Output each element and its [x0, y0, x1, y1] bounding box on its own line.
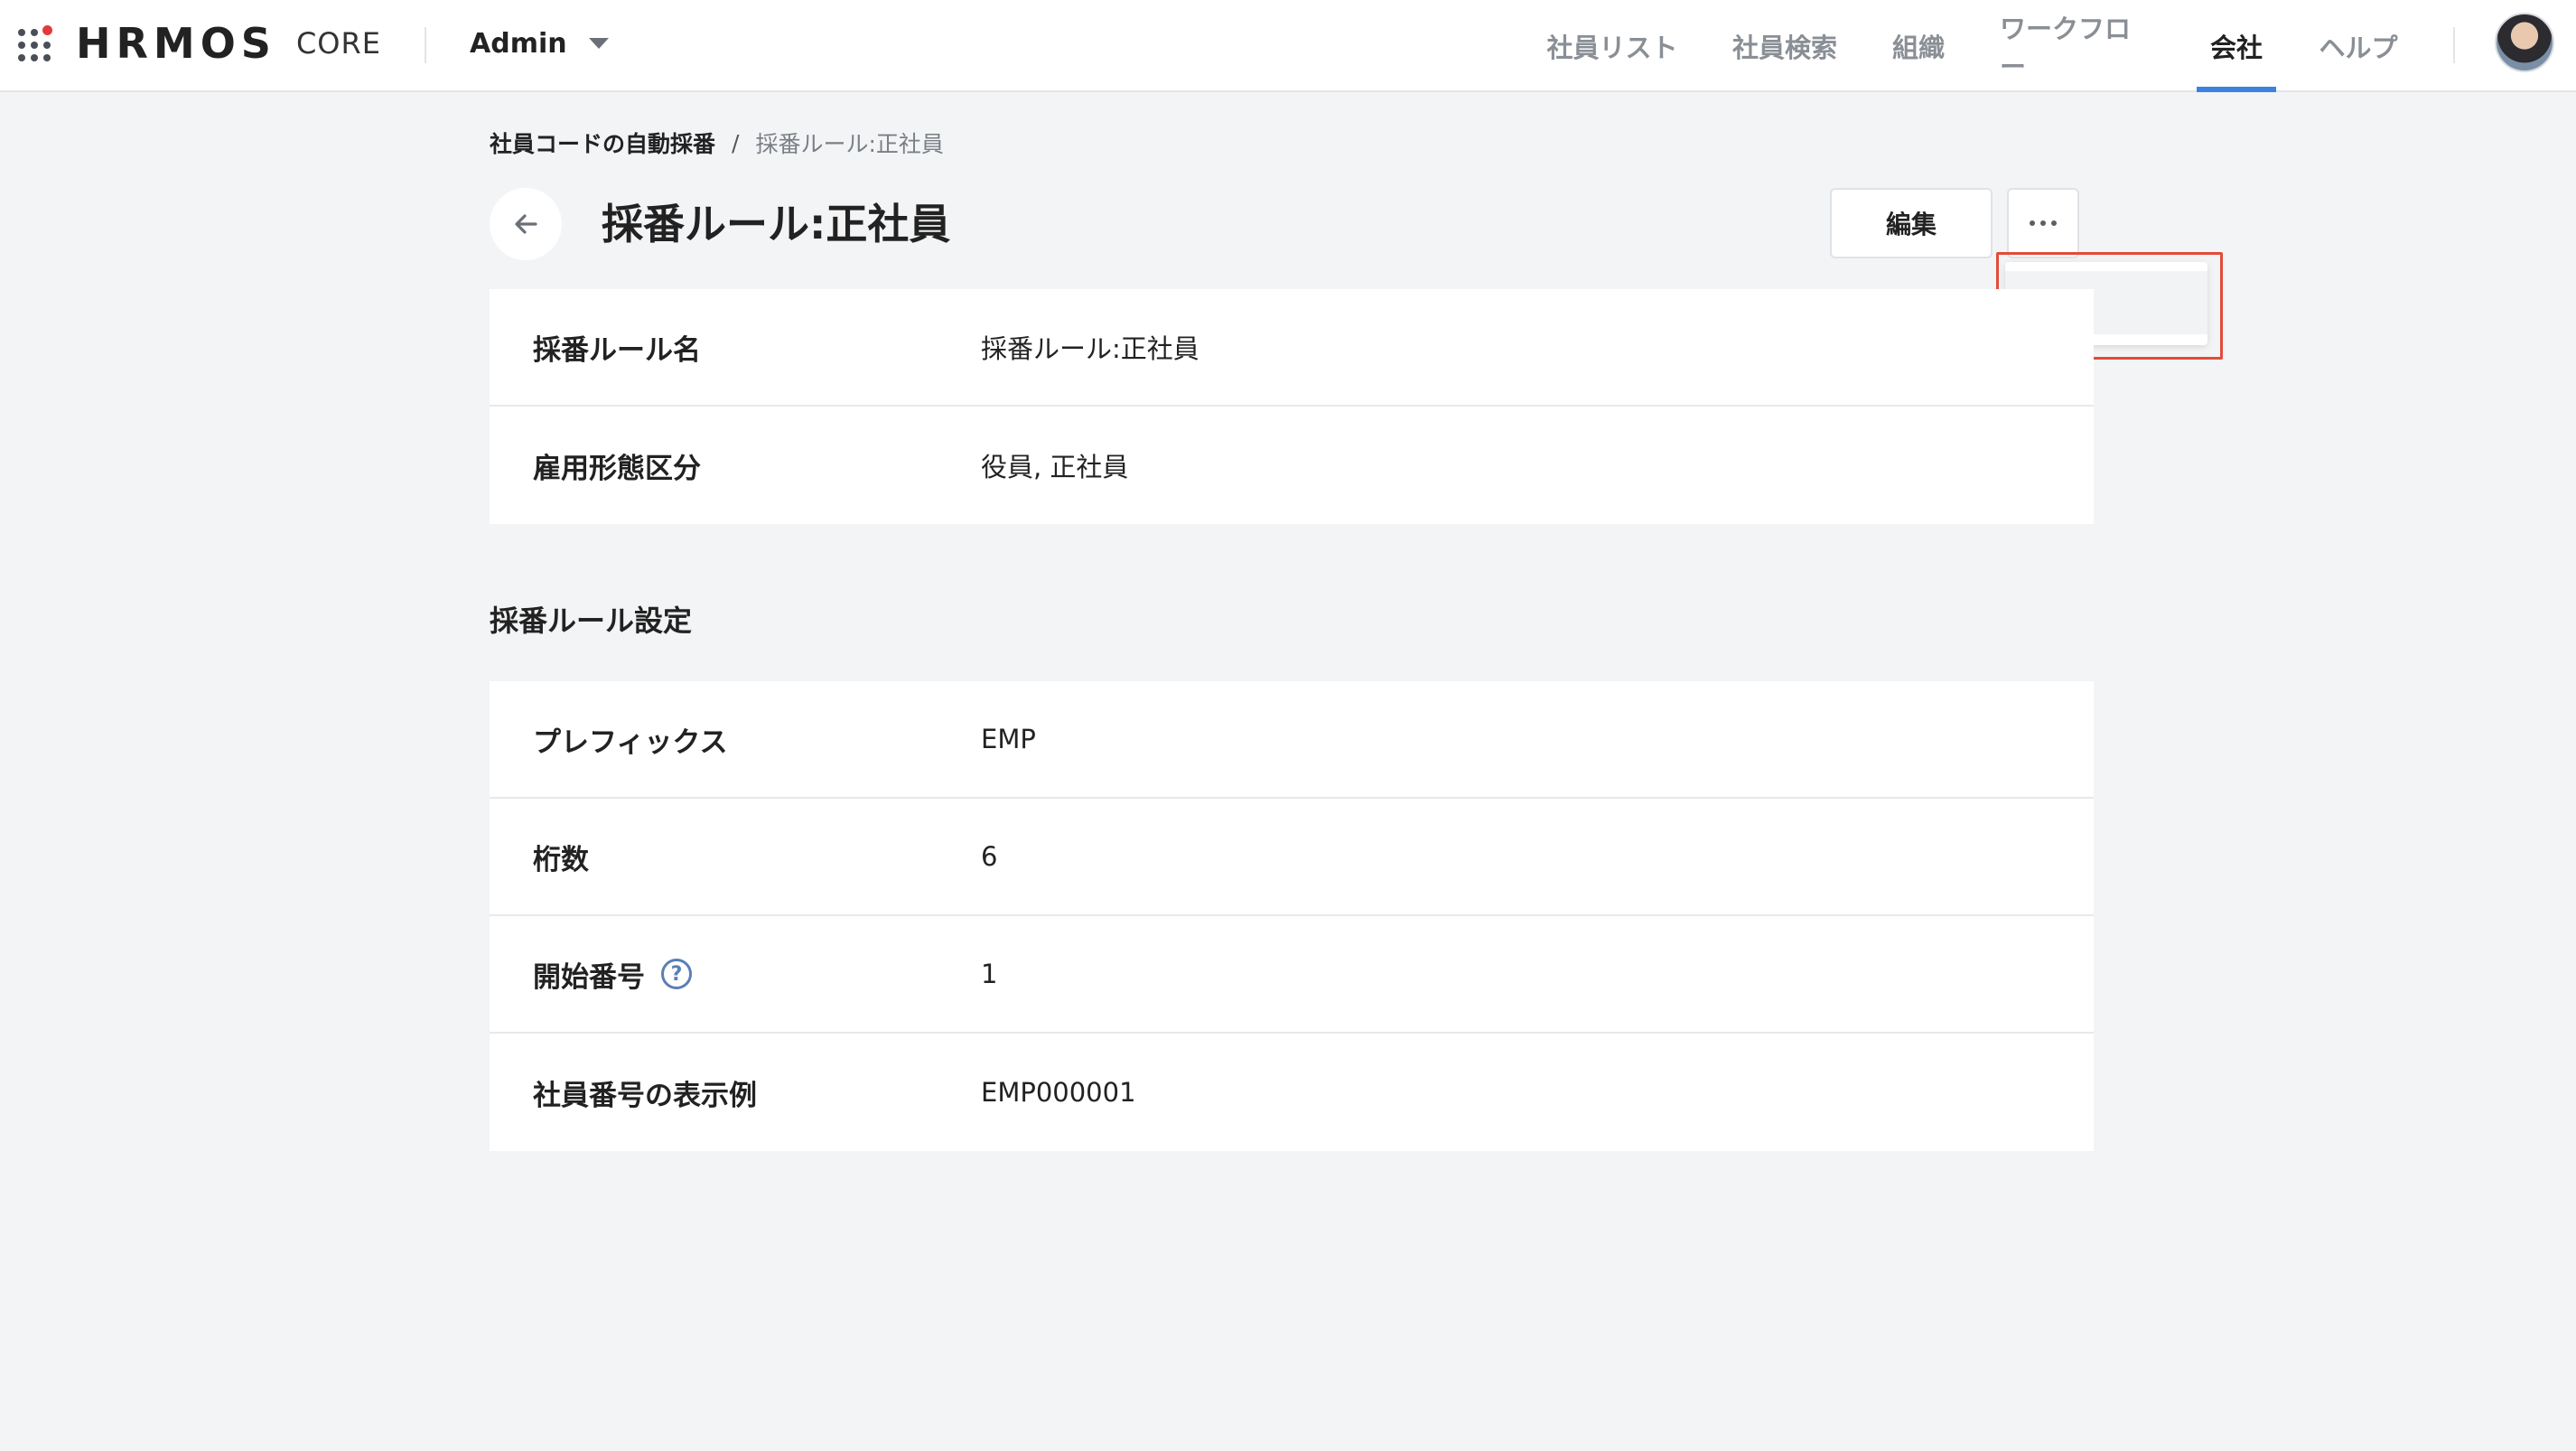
row-label: プレフィックス — [533, 726, 728, 759]
top-header: HRMOS CORE Admin 社員リスト 社員検索 組織 ワークフロー 会社… — [0, 0, 2576, 92]
more-dot-icon — [2030, 220, 2035, 226]
brand-logo[interactable]: HRMOS CORE — [76, 19, 381, 68]
row-value: EMP000001 — [981, 1077, 1136, 1108]
table-row: 社員番号の表示例 EMP000001 — [490, 1034, 2094, 1151]
row-label: 桁数 — [533, 843, 589, 876]
row-label: 採番ルール名 — [533, 333, 701, 367]
nav-workflow[interactable]: ワークフロー — [2000, 0, 2155, 92]
nav-organization[interactable]: 組織 — [1891, 0, 1946, 92]
arrow-left-icon — [515, 214, 537, 234]
row-value: 役員, 正社員 — [981, 452, 1129, 482]
nav-employee-search[interactable]: 社員検索 — [1732, 0, 1837, 92]
rule-settings-card: プレフィックス EMP 桁数 6 開始番号 ? 1 社員番号の表示例 EMP00… — [490, 681, 2094, 1151]
row-label: 社員番号の表示例 — [533, 1079, 757, 1112]
help-icon[interactable]: ? — [661, 959, 692, 989]
edit-button[interactable]: 編集 — [1830, 188, 1993, 258]
breadcrumb-parent-link[interactable]: 社員コードの自動採番 — [490, 126, 715, 159]
avatar[interactable] — [2495, 13, 2554, 72]
row-value: 採番ルール:正社員 — [981, 333, 1199, 364]
basic-info-card: 採番ルール名 採番ルール:正社員 雇用形態区分 役員, 正社員 — [490, 289, 2094, 524]
table-row: 雇用形態区分 役員, 正社員 — [490, 407, 2094, 524]
app-launcher-icon[interactable] — [18, 25, 54, 61]
row-label-text: 開始番号 — [533, 960, 645, 994]
breadcrumb-separator: / — [732, 129, 740, 156]
row-value: 6 — [981, 841, 998, 872]
brand-name: HRMOS — [76, 19, 276, 68]
header-divider — [425, 27, 426, 63]
more-dot-icon — [2040, 220, 2046, 226]
more-actions-button[interactable] — [2007, 188, 2079, 258]
row-label-with-help: 開始番号 ? — [533, 954, 692, 995]
breadcrumb-current: 採番ルール:正社員 — [755, 131, 944, 157]
nav-company[interactable]: 会社 — [2197, 0, 2276, 92]
tenant-name: Admin — [470, 27, 567, 60]
nav-employee-list[interactable]: 社員リスト — [1546, 0, 1678, 92]
tenant-switcher[interactable]: Admin — [470, 23, 609, 63]
header-divider — [2453, 27, 2455, 63]
page-title: 採番ルール:正社員 — [602, 200, 951, 248]
nav-help[interactable]: ヘルプ — [2318, 0, 2399, 92]
row-value: 1 — [981, 959, 998, 989]
brand-product: CORE — [295, 26, 381, 61]
section-title: 採番ルール設定 — [490, 604, 693, 638]
back-button[interactable] — [490, 188, 562, 260]
row-label: 雇用形態区分 — [533, 452, 701, 485]
chevron-down-icon — [588, 38, 609, 49]
table-row: プレフィックス EMP — [490, 681, 2094, 799]
table-row: 採番ルール名 採番ルール:正社員 — [490, 289, 2094, 407]
more-dot-icon — [2051, 220, 2057, 226]
table-row: 桁数 6 — [490, 799, 2094, 916]
breadcrumb: 社員コードの自動採番 / 採番ルール:正社員 — [490, 126, 944, 159]
row-value: EMP — [981, 724, 1036, 754]
table-row: 開始番号 ? 1 — [490, 916, 2094, 1034]
